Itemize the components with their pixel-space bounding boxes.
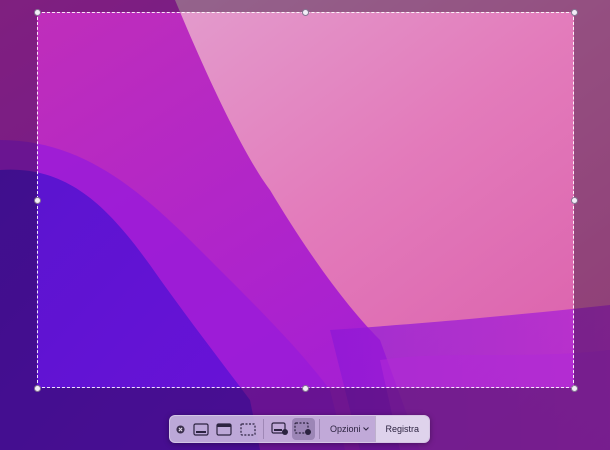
- record-selection-button[interactable]: [291, 418, 316, 440]
- selection-handle-left[interactable]: [34, 197, 41, 204]
- dim-overlay-right: [574, 12, 610, 388]
- selection-handle-bottom-right[interactable]: [571, 385, 578, 392]
- selection-handle-bottom-left[interactable]: [34, 385, 41, 392]
- capture-selection-area[interactable]: [37, 12, 574, 388]
- options-label: Opzioni: [329, 424, 361, 434]
- dim-overlay-left: [0, 12, 37, 388]
- screenshot-toolbar: Opzioni Registra: [169, 415, 430, 443]
- capture-window-button[interactable]: [213, 418, 236, 440]
- selection-handle-top-right[interactable]: [571, 9, 578, 16]
- selection-handle-bottom[interactable]: [302, 385, 309, 392]
- record-selection-icon: [294, 422, 312, 435]
- chevron-down-icon: [362, 427, 369, 431]
- desktop-wallpaper: Opzioni Registra: [0, 0, 610, 450]
- close-button[interactable]: [172, 418, 189, 440]
- capture-screen-icon: [193, 422, 209, 436]
- capture-selection-icon: [240, 422, 256, 436]
- record-button[interactable]: Registra: [374, 416, 430, 442]
- selection-handle-top[interactable]: [302, 9, 309, 16]
- selection-handle-top-left[interactable]: [34, 9, 41, 16]
- capture-selection-button[interactable]: [236, 418, 259, 440]
- record-entire-screen-button[interactable]: [268, 418, 291, 440]
- capture-window-icon: [216, 422, 233, 436]
- close-icon: [176, 424, 185, 434]
- selection-handle-right[interactable]: [571, 197, 578, 204]
- capture-entire-screen-button[interactable]: [189, 418, 212, 440]
- record-screen-icon: [271, 422, 289, 435]
- options-menu-button[interactable]: Opzioni: [324, 418, 375, 440]
- record-label: Registra: [385, 424, 420, 434]
- toolbar-divider: [263, 419, 265, 439]
- toolbar-divider: [319, 419, 320, 439]
